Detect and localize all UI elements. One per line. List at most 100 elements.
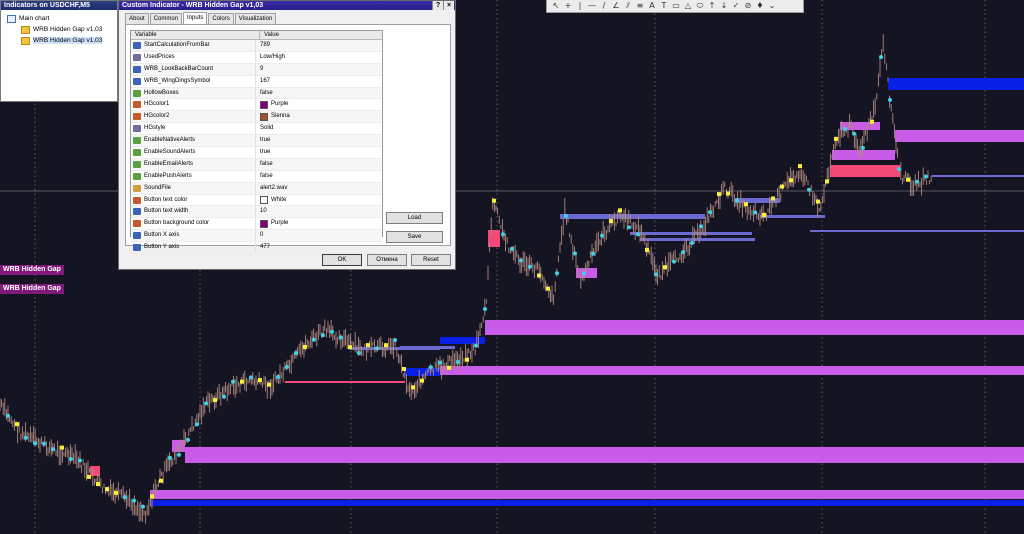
input-value-cell[interactable]: false [256,171,273,182]
input-row[interactable]: Button text width 10 [131,206,382,219]
input-name: HollowBoxes [144,89,179,96]
input-value-cell[interactable]: 789 [256,40,270,51]
ok-button[interactable]: OK [322,254,362,266]
input-value-cell[interactable]: White [256,195,286,206]
input-value-cell[interactable]: Solid [256,123,273,134]
input-name: Button text color [144,196,188,203]
label-icon[interactable]: T [658,1,670,12]
rectangle-icon[interactable]: ▭ [670,1,682,12]
int-type-icon [133,244,141,252]
hidden-gap-zone [895,130,1024,142]
ellipse-icon[interactable]: ⬭ [694,1,706,12]
wrb-square-marker [546,286,550,291]
input-row[interactable]: HGcolor1 Purple [131,99,382,112]
wrb-square-marker [798,164,802,169]
input-value-cell[interactable]: 9 [256,64,263,75]
input-row[interactable]: SoundFile alert2.wav [131,182,382,195]
cancel-button[interactable]: Отмена [367,254,407,266]
input-value-cell[interactable]: 10 [256,206,267,217]
tree-node-indicator[interactable]: WRB Hidden Gap v1,03 [7,24,117,35]
input-row[interactable]: EnableNativeAlerts true [131,135,382,148]
load-button[interactable]: Load [386,212,443,224]
wrb-square-marker [258,378,262,383]
input-row[interactable]: HGstyle Solid [131,123,382,136]
input-value-cell[interactable]: 0 [256,230,263,241]
input-value-cell[interactable]: Purple [256,218,288,229]
input-name: Button text width [144,208,189,215]
tree-node-indicator-selected[interactable]: WRB Hidden Gap v1,03 [7,35,117,46]
input-row[interactable]: UsedPrices Low/High [131,51,382,64]
input-value: 789 [260,42,271,48]
fibonacci-icon[interactable]: ≡ [634,1,646,12]
wrb-hidden-gap-button[interactable]: WRB Hidden Gap [0,284,64,294]
input-value-cell[interactable]: false [256,159,273,170]
tab-about[interactable]: About [125,13,149,24]
cursor-icon[interactable]: ↖ [550,1,562,12]
input-row[interactable]: HGcolor2 Sienna [131,111,382,124]
input-row[interactable]: Button text color White [131,194,382,207]
input-name-cell: Button X axis [131,230,256,242]
horizontal-line-icon[interactable]: — [586,1,598,12]
save-button[interactable]: Save [386,231,443,243]
crosshair-icon[interactable]: + [562,1,574,12]
wrb-dot-marker [393,338,397,342]
input-value-cell[interactable]: alert2.wav [256,183,287,194]
wrb-hidden-gap-button[interactable]: WRB Hidden Gap [0,265,64,275]
input-value: false [260,89,273,96]
input-value-cell[interactable]: 477 [256,242,270,253]
input-value: Purple [271,220,289,227]
tree-node-main-chart[interactable]: Main chart [7,13,117,24]
angle-line-icon[interactable]: ∠ [610,1,622,12]
input-name: Button background color [144,220,210,227]
wrb-dot-marker [438,360,442,365]
wrb-square-marker [663,265,667,270]
check-icon[interactable]: ✓ [730,1,742,12]
help-button[interactable]: ? [432,1,443,10]
arrow-down-icon[interactable]: ↓ [718,1,730,12]
close-button[interactable]: × [443,1,454,10]
wrb-square-marker [105,487,109,492]
input-name-cell: HGstyle [131,123,256,135]
tab-common[interactable]: Common [149,13,183,24]
input-row[interactable]: EnableEmailAlerts false [131,158,382,171]
tab-colors[interactable]: Colors [208,13,234,24]
channel-icon[interactable]: ⫽ [622,1,634,12]
arrow-up-icon[interactable]: ↑ [706,1,718,12]
wrb-dot-marker [735,198,739,203]
trend-line-icon[interactable]: / [598,1,610,12]
input-name: StartCalculationFromBar [144,42,210,48]
wrb-dot-marker [456,359,460,364]
input-row[interactable]: StartCalculationFromBar 789 [131,40,382,52]
text-icon[interactable]: A [646,1,658,12]
wrb-dot-marker [24,435,28,440]
input-row[interactable]: Button X axis 0 [131,230,382,243]
input-row[interactable]: Button background color Purple [131,218,382,231]
tab-visualization[interactable]: Visualization [234,13,277,24]
triangle-icon[interactable]: △ [682,1,694,12]
input-value-cell[interactable]: true [256,135,270,146]
input-value: true [260,149,271,156]
bool-type-icon [133,148,141,156]
input-value-cell[interactable]: 167 [256,76,270,87]
input-value-cell[interactable]: Sienna [256,111,290,122]
wrb-dot-marker [33,441,37,446]
input-value-cell[interactable]: false [256,88,273,99]
input-row[interactable]: EnableSoundAlerts true [131,147,382,159]
input-value-cell[interactable]: Low/High [256,52,285,63]
wrb-square-marker [96,482,100,487]
input-row[interactable]: HollowBoxes false [131,87,382,100]
input-name: EnableNativeAlerts [144,137,196,144]
input-row[interactable]: EnablePushAlerts false [131,170,382,183]
vertical-line-icon[interactable]: | [574,1,586,12]
input-row[interactable]: WRB_LookBackBarCount 9 [131,63,382,76]
thumbs-up-icon[interactable]: ♦ [754,1,766,12]
input-value-cell[interactable]: true [256,147,270,158]
stop-icon[interactable]: ⊘ [742,1,754,12]
wrb-square-marker [420,378,424,383]
input-value-cell[interactable]: Purple [256,99,288,110]
input-row[interactable]: Button Y axis 477 [131,242,382,255]
wrb-dot-marker [276,374,280,379]
input-row[interactable]: WRB_WingDingsSymbol 167 [131,75,382,88]
more-icon[interactable]: ⌄ [766,1,778,12]
reset-button[interactable]: Reset [411,254,451,266]
